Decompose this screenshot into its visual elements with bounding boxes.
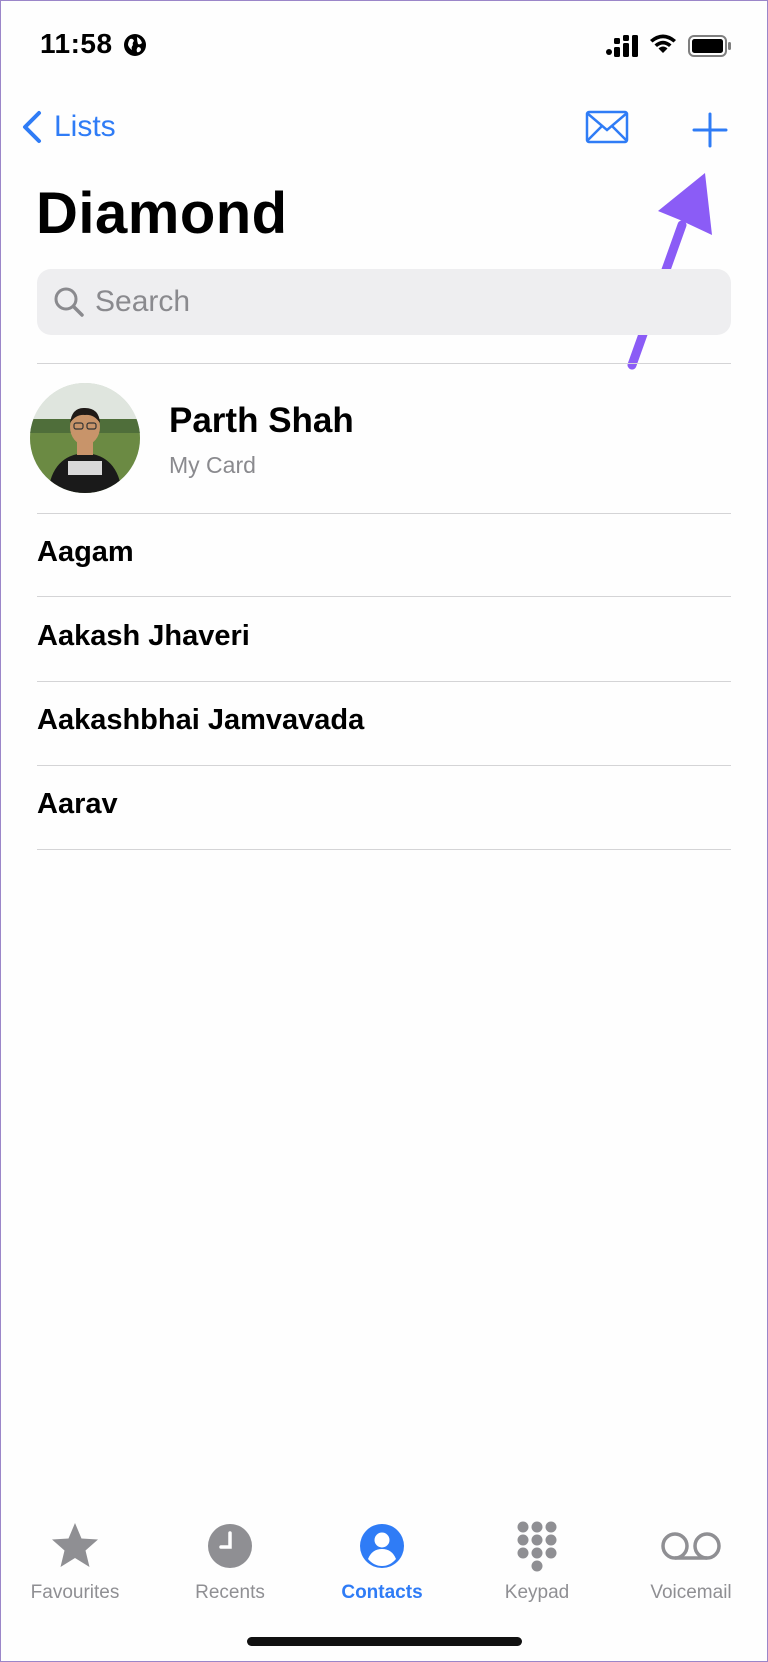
- tab-voicemail[interactable]: Voicemail: [616, 1520, 766, 1604]
- tab-label: Favourites: [30, 1582, 120, 1603]
- divider: [37, 363, 731, 364]
- divider: [37, 513, 731, 514]
- avatar: [30, 383, 140, 493]
- list-item[interactable]: Aarav: [37, 788, 118, 821]
- list-item[interactable]: Aakash Jhaveri: [37, 620, 250, 653]
- tab-label: Keypad: [504, 1582, 570, 1603]
- star-icon: [52, 1523, 98, 1567]
- clock-icon: [208, 1524, 252, 1568]
- list-item[interactable]: Aagam: [37, 536, 134, 569]
- divider: [37, 681, 731, 682]
- home-indicator[interactable]: [247, 1637, 522, 1646]
- back-label: Lists: [54, 110, 116, 143]
- status-time: 11:58: [40, 28, 113, 59]
- list-item[interactable]: Aakashbhai Jamvavada: [37, 704, 364, 737]
- page-title: Diamond: [36, 181, 288, 246]
- chevron-left-icon: [23, 111, 41, 143]
- add-contact-button[interactable]: [692, 112, 728, 148]
- search-icon: [54, 287, 84, 317]
- voicemail-icon: [661, 1532, 721, 1560]
- my-card-name: Parth Shah: [169, 401, 354, 440]
- search-input[interactable]: Search: [37, 269, 731, 335]
- tab-recents[interactable]: Recents: [155, 1520, 305, 1604]
- tab-label: Voicemail: [650, 1582, 732, 1603]
- globe-icon: [124, 34, 146, 56]
- divider: [37, 849, 731, 850]
- tab-favourites[interactable]: Favourites: [0, 1520, 150, 1604]
- cellular-signal-icon: [606, 35, 638, 57]
- annotation-arrow-icon: [627, 173, 712, 370]
- tab-contacts[interactable]: Contacts: [307, 1520, 457, 1604]
- battery-icon: [688, 35, 731, 57]
- divider: [37, 765, 731, 766]
- divider: [37, 596, 731, 597]
- keypad-icon: [517, 1521, 557, 1572]
- tab-keypad[interactable]: Keypad: [462, 1520, 612, 1604]
- search-placeholder: Search: [95, 285, 191, 318]
- mail-icon[interactable]: [585, 110, 629, 144]
- my-card-subtitle: My Card: [169, 452, 256, 478]
- tab-label: Recents: [195, 1582, 265, 1603]
- person-circle-icon: [360, 1524, 404, 1568]
- wifi-icon: [650, 34, 676, 53]
- back-button[interactable]: Lists: [22, 110, 116, 144]
- tab-label: Contacts: [341, 1582, 423, 1603]
